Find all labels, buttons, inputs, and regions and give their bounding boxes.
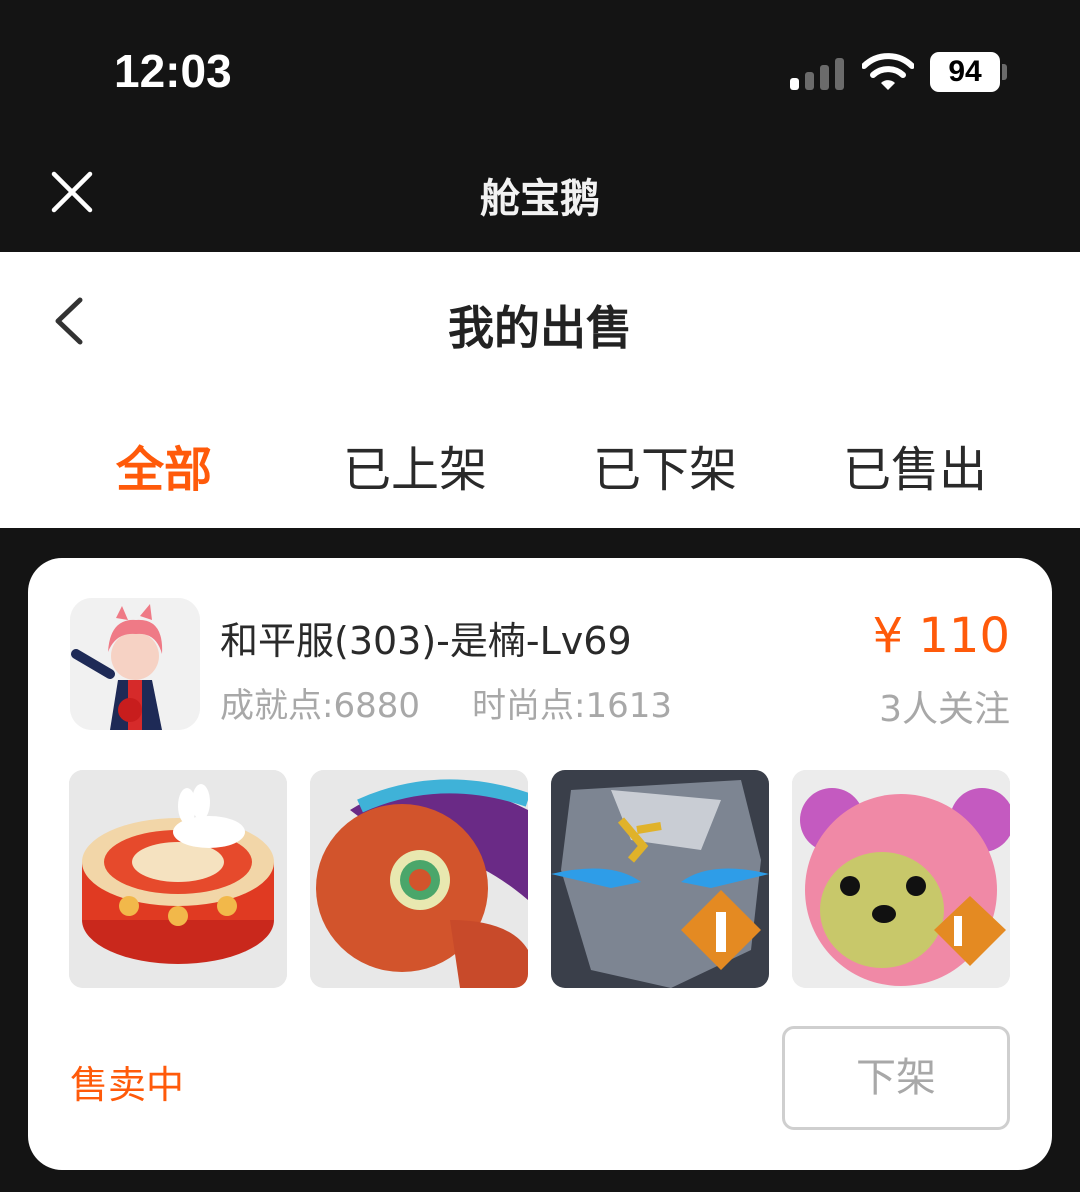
item-thumbnail-pink-bear-hood[interactable] <box>792 770 1010 988</box>
wifi-icon <box>862 53 914 90</box>
item-thumbnail-red-drum[interactable] <box>69 770 287 988</box>
tab-listed[interactable]: 已上架 <box>343 430 487 500</box>
tab-delisted[interactable]: 已下架 <box>593 430 737 500</box>
listing-status: 售卖中 <box>70 1063 185 1107</box>
item-thumbnail-stone-mask[interactable] <box>551 770 769 988</box>
tab-sold[interactable]: 已售出 <box>843 430 987 500</box>
battery-tip <box>1002 64 1007 80</box>
status-time: 12:03 <box>114 45 232 97</box>
status-bar: 12:03 94 <box>0 0 1080 140</box>
delist-button[interactable]: 下架 <box>782 1026 1010 1130</box>
listing-price: ¥ 110 <box>872 608 1010 664</box>
game-character-avatar <box>70 598 200 730</box>
listing-title: 和平服(303)-是楠-Lv69 <box>220 619 632 663</box>
app-title: 舱宝鹅 <box>480 176 600 222</box>
page-header: 我的出售 全部 已上架 已下架 已售出 <box>0 252 1080 528</box>
signal-icon <box>790 56 846 90</box>
app-header: 舱宝鹅 <box>0 140 1080 252</box>
follower-count: 3人关注 <box>879 689 1010 730</box>
tab-bar: 全部 已上架 已下架 已售出 <box>0 430 1080 498</box>
tab-all[interactable]: 全部 <box>116 430 212 500</box>
fashion-points: 时尚点:1613 <box>472 686 672 726</box>
achievement-points: 成就点:6880 <box>220 686 420 726</box>
listing-card[interactable]: 和平服(303)-是楠-Lv69 成就点:6880 时尚点:1613 ¥ 110… <box>28 558 1052 1170</box>
page-title: 我的出售 <box>448 301 632 355</box>
battery-icon: 94 <box>930 52 1000 92</box>
item-thumbnail-koi-fish[interactable] <box>310 770 528 988</box>
